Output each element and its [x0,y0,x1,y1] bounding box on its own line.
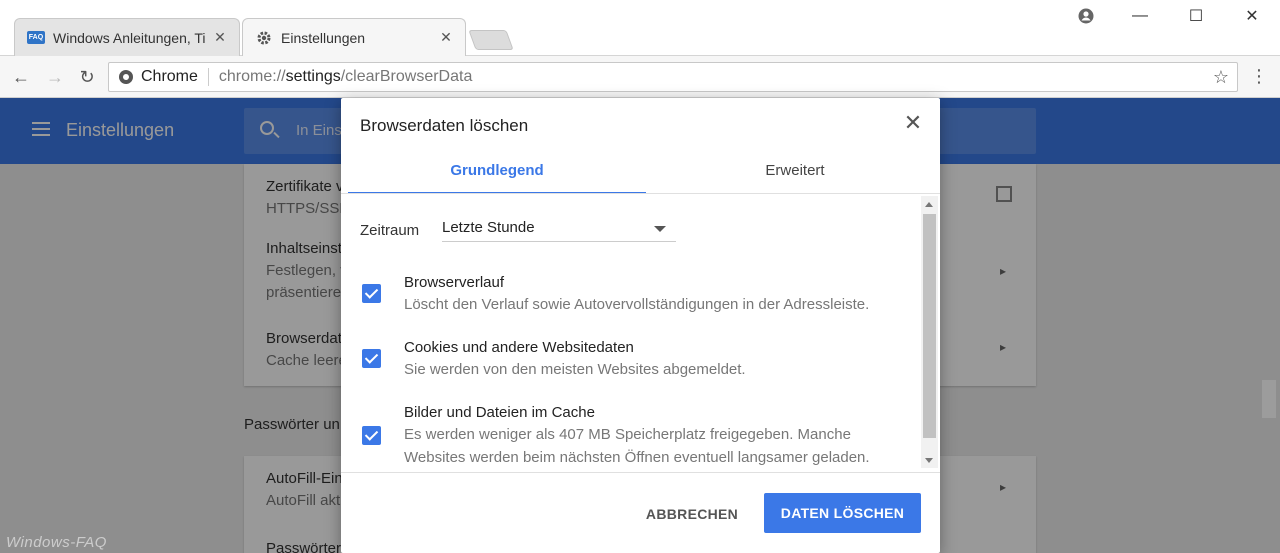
checkbox-browsing-history[interactable] [362,284,381,303]
dialog-scrollbar-thumb[interactable] [923,214,936,438]
tab-basic[interactable]: Grundlegend [348,158,646,194]
site-chip: Chrome [141,68,209,86]
option-title: Bilder und Dateien im Cache [404,404,595,421]
url-text: chrome://settings/clearBrowserData [218,68,473,85]
tab-title: Einstellungen [281,29,366,46]
tab-title: Windows Anleitungen, Ti [53,29,206,46]
cancel-button[interactable]: ABBRECHEN [637,494,747,534]
clear-browsing-data-dialog: Browserdaten löschen ✕ Grundlegend Erwei… [341,98,940,553]
tab-close-icon[interactable]: ✕ [213,29,227,46]
clear-data-button[interactable]: DATEN LÖSCHEN [764,493,921,533]
time-range-select[interactable]: Letzte Stunde [442,216,676,242]
option-description: Löscht den Verlauf sowie Autovervollstän… [404,296,870,313]
close-window-icon[interactable]: ✕ [1242,6,1262,26]
tab-close-icon[interactable]: ✕ [439,29,453,46]
tab-einstellungen[interactable]: Einstellungen ✕ [242,18,466,56]
forward-icon[interactable]: → [44,66,66,88]
faq-favicon-icon: FAQ [27,31,45,45]
scroll-up-icon[interactable] [925,202,933,207]
tab-advanced[interactable]: Erweitert [646,158,944,194]
new-tab-button[interactable] [468,30,514,50]
back-icon[interactable]: ← [10,66,32,88]
watermark-text: Windows-FAQ [6,534,107,551]
bookmark-star-icon[interactable]: ☆ [1213,67,1229,88]
minimize-icon[interactable]: — [1130,6,1150,26]
option-description: Sie werden von den meisten Websites abge… [404,361,746,378]
checkbox-cache[interactable] [362,426,381,445]
reload-icon[interactable]: ↻ [76,66,98,88]
profile-icon[interactable] [1076,6,1096,26]
tab-windows-anleitungen[interactable]: FAQ Windows Anleitungen, Ti ✕ [14,18,240,56]
option-title: Browserverlauf [404,274,505,291]
dialog-title: Browserdaten löschen [360,116,529,135]
close-icon[interactable]: ✕ [901,112,925,136]
address-bar[interactable]: Chrome chrome://settings/clearBrowserDat… [108,62,1238,92]
maximize-icon[interactable]: ☐ [1186,6,1206,26]
checkbox-cookies[interactable] [362,349,381,368]
option-description: Es werden weniger als 407 MB Speicherpla… [404,426,870,466]
tab-divider [341,193,940,194]
footer-divider [341,472,940,473]
option-title: Cookies und andere Websitedaten [404,339,634,356]
gear-icon [255,31,273,45]
scroll-down-icon[interactable] [925,458,933,463]
chrome-logo-icon [119,70,133,84]
browser-toolbar: ← → ↻ Chrome chrome://settings/clearBrow… [0,56,1280,98]
time-range-label: Zeitraum [360,222,420,239]
dropdown-arrow-icon [654,226,666,232]
page-scrollbar[interactable] [1262,380,1276,418]
menu-icon[interactable]: ⋮ [1250,66,1268,87]
title-bar: FAQ Windows Anleitungen, Ti ✕ Einstellun… [0,0,1280,56]
